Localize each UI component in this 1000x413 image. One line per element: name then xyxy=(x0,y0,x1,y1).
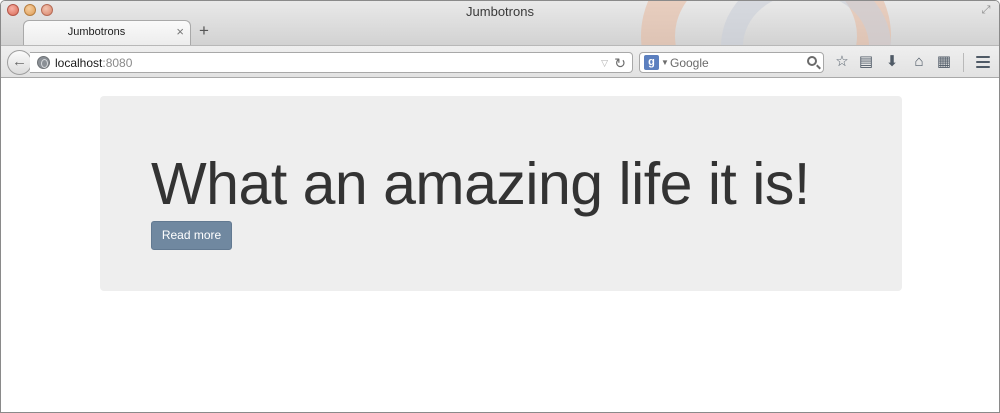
google-icon[interactable]: g xyxy=(644,55,659,70)
back-button[interactable]: ← xyxy=(7,50,32,75)
read-more-button[interactable]: Read more xyxy=(151,221,232,250)
tab-jumbotrons[interactable]: Jumbotrons × xyxy=(23,20,191,45)
title-bar: Jumbotrons ⤢ Jumbotrons × + xyxy=(1,1,999,45)
url-text: localhost:8080 xyxy=(55,56,132,70)
search-engine-dropdown-icon[interactable]: ▼ xyxy=(661,56,669,70)
url-bar[interactable]: localhost:8080 ▽ ↻ xyxy=(30,52,633,73)
jumbotron-heading: What an amazing life it is! xyxy=(151,151,810,217)
url-history-dropdown-icon[interactable]: ▽ xyxy=(601,56,608,70)
tab-label: Jumbotrons xyxy=(67,26,126,38)
downloads-icon[interactable]: ⬇ xyxy=(883,53,901,71)
hamburger-menu-icon[interactable] xyxy=(976,56,990,68)
search-icon[interactable] xyxy=(807,56,817,66)
home-icon[interactable]: ⌂ xyxy=(910,53,928,71)
window-title: Jumbotrons xyxy=(466,4,534,19)
globe-icon xyxy=(37,56,50,69)
reload-icon[interactable]: ↻ xyxy=(614,54,626,72)
back-arrow-icon: ← xyxy=(12,53,27,70)
fullscreen-icon[interactable]: ⤢ xyxy=(980,4,992,16)
bookmarks-list-icon[interactable]: ▤ xyxy=(857,53,875,71)
toolbar-separator xyxy=(963,53,964,72)
tab-close-icon[interactable]: × xyxy=(176,24,184,40)
url-host: localhost xyxy=(55,56,103,70)
new-tab-button[interactable]: + xyxy=(199,22,209,40)
search-placeholder: Google xyxy=(670,56,709,70)
apps-grid-icon[interactable]: ▦ xyxy=(935,53,953,71)
browser-window: Jumbotrons ⤢ Jumbotrons × + ← localhost:… xyxy=(0,0,1000,413)
search-box[interactable]: g ▼ Google xyxy=(639,52,824,73)
jumbotron: What an amazing life it is! Read more xyxy=(100,96,902,291)
page-content: What an amazing life it is! Read more xyxy=(1,79,999,412)
bookmark-star-icon[interactable]: ☆ xyxy=(833,53,851,71)
navigation-toolbar: ← localhost:8080 ▽ ↻ g ▼ Google ☆ ▤ ⬇ ⌂ … xyxy=(1,45,999,78)
url-port: :8080 xyxy=(102,56,133,70)
